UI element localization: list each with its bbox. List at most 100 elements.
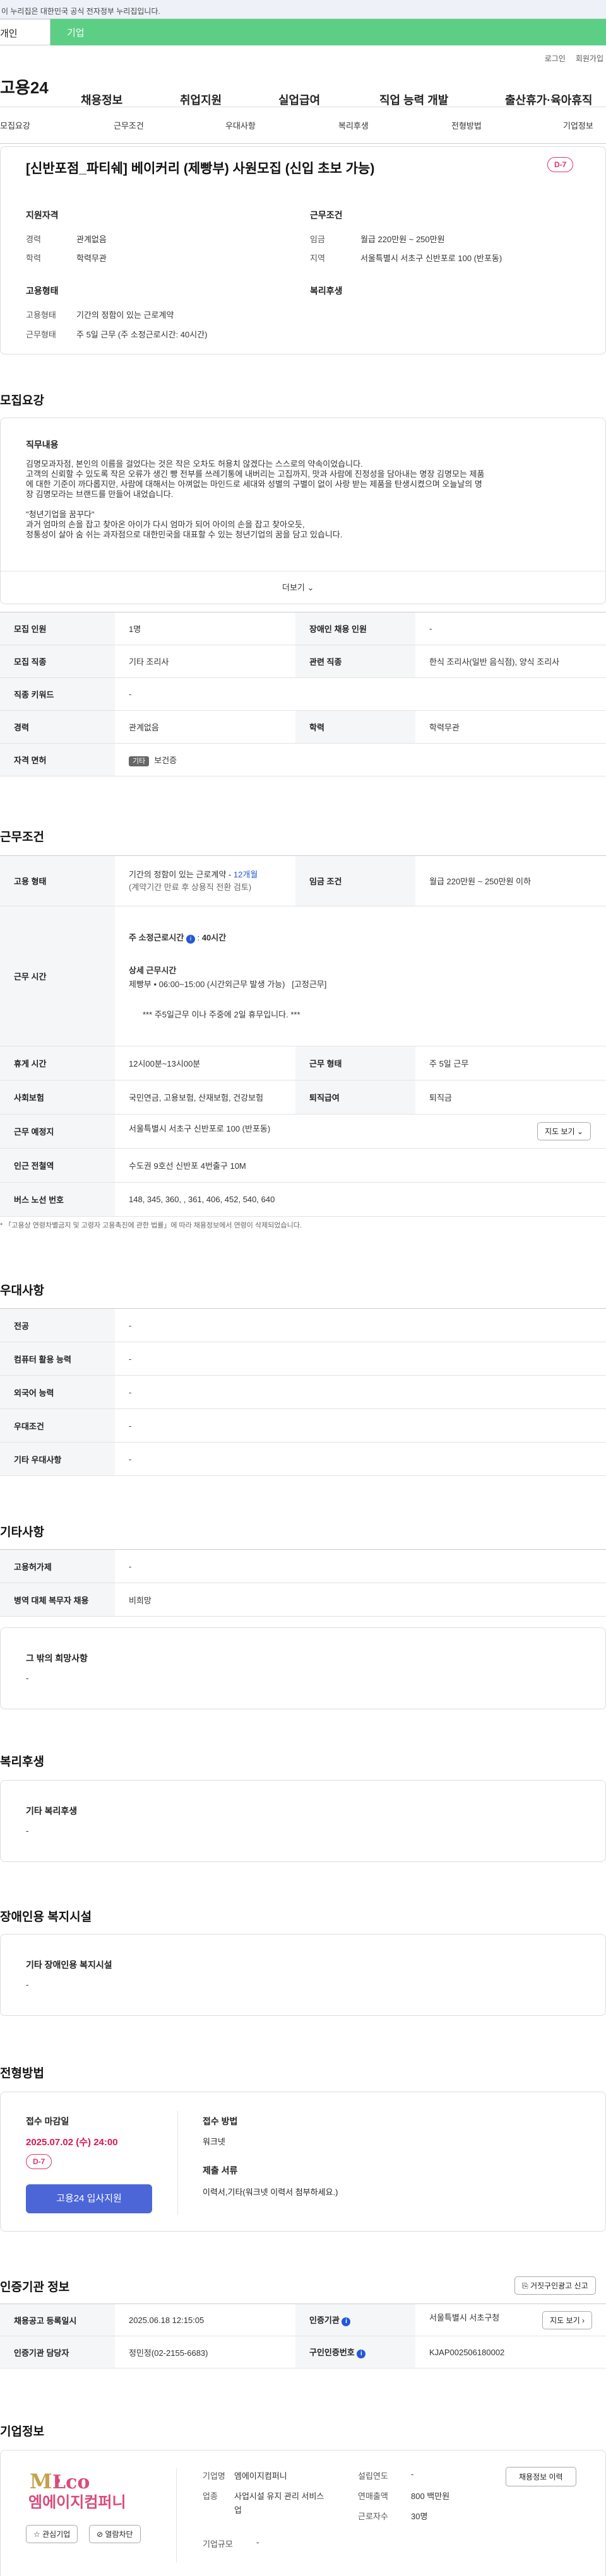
anchor-recruit[interactable]: 모집요강 [0,119,30,131]
welfare-section-title: 복리후생 [0,1755,44,1769]
anchor-preferences[interactable]: 우대사항 [225,119,256,131]
process-dday-badge: D-7 [26,2154,52,2169]
more-button[interactable]: 더보기 ⌄ [282,581,314,593]
interest-company-button[interactable]: ☆ 관심기업 [26,2525,78,2543]
signup-link[interactable]: 회원가입 [576,54,603,63]
cond-heading: 근무조건 [310,210,343,220]
conditions-table: 고용 형태 기간의 정함이 있는 근로계약 - 12개월 (계약기간 만료 후 상… [0,855,606,1217]
cert-table: 채용공고 등록일시 2025.06.18 12:15:05 인증기관 i 서울특별시 … [0,2304,606,2368]
recruit-table: 모집 인원 1명 장애인 채용 인원 - 모집 직종 기타 조리사 관련 직종 한식 조리사… [0,612,606,776]
duty-heading: 직무내용 [26,440,59,450]
table-row: 버스 노선 번호 148, 345, 360, , 361, 406, 452, … [0,1182,606,1217]
area-value: 서울특별시 서초구 신반포로 100 (반포동) [360,254,502,263]
table-row: 근무 시간 주 소정근로시간 i : 40시간 상세 근무시간 제빵부 • 06… [0,906,606,1046]
emp-heading: 고용형태 [26,286,59,296]
table-row: 병역 대체 복무자 채용 비희망 [0,1583,606,1617]
table-row: 경력 관계없음 학력 학력무관 [0,710,606,744]
table-row: 고용 형태 기간의 정함이 있는 근로계약 - 12개월 (계약기간 만료 후 상… [0,855,606,906]
worktype-label: 근무형태 [26,330,56,339]
member-tabs: 개인 기업 [0,19,606,45]
report-fake-ad-button[interactable]: ⎘ 거짓구인광고 신고 [514,2276,596,2295]
gnb-employment-support[interactable]: 취업지원 [180,91,222,108]
gnb-jobs[interactable]: 채용정보 [81,91,122,108]
recruit-section-title: 모집요강 [0,394,44,407]
preferences-table: 전공 - 컴퓨터 활용 능력 - 외국어 능력 - 우대조건 - 기타 우대사항 - [0,1308,606,1476]
age-footnote: * 「고용상 연령차별금지 및 고령자 고용촉진에 관한 법률」에 따라 채용정… [0,1222,302,1229]
preferences-section-title: 우대사항 [0,1284,44,1297]
welfare-box: 기타 복리후생 - [0,1780,606,1862]
apply-button[interactable]: 고용24 입사지원 [26,2184,152,2213]
table-row: 모집 인원 1명 장애인 채용 인원 - [0,612,606,645]
dday-badge: D-7 [547,157,574,172]
career-label: 경력 [26,235,41,244]
disability-box: 기타 장애인용 복지시설 - [0,1934,606,2016]
table-row: 고용허가제 - [0,1549,606,1583]
anchor-welfare[interactable]: 복리후생 [338,119,369,131]
license-badge: 기타 [129,756,150,766]
qual-heading: 지원자격 [26,210,59,220]
company-box: M Lco 엠에이지컴퍼니 ☆ 관심기업 ⊘ 열람차단 기업명 엠에이지컴퍼니 … [0,2450,606,2576]
emp-value: 기간의 정함이 있는 근로계약 [76,310,174,320]
job-history-button[interactable]: 채용정보 이력 [506,2467,576,2486]
cert-section-title: 인증기관 정보 [0,2281,70,2294]
block-icon: ⊘ [97,2530,104,2539]
conditions-section-title: 근무조건 [0,831,44,844]
edu-label: 학력 [26,254,41,263]
welfare-heading: 복리후생 [310,286,343,296]
login-link[interactable]: 로그인 [545,54,566,63]
gnb-vocational-training[interactable]: 직업 능력 개발 [379,91,448,108]
anchor-nav: 모집요강 근무조건 우대사항 복리후생 전형방법 기업정보 [0,107,606,144]
deadline-value: 2025.07.02 (수) 24:00 [26,2137,118,2148]
others-section-title: 기타사항 [0,1526,44,1539]
info-icon: i [342,2317,351,2326]
duty-text: 김명모과자점, 본인의 이름을 걸었다는 것은 작은 오차도 허용치 않겠다는 … [26,459,485,539]
tab-individual[interactable]: 개인 [0,19,50,45]
edu-value: 학력무관 [76,254,107,263]
inst-map-button[interactable]: 지도 보기 › [542,2310,592,2329]
company-section-title: 기업정보 [0,2425,44,2438]
extra-wishes-box: 그 밖의 희망사항 - [0,1627,606,1709]
process-section-title: 전형방법 [0,2067,44,2080]
table-row: 직종 키워드 - [0,677,606,711]
global-nav: 고용24 채용정보 취업지원 실업급여 직업 능력 개발 출산휴가·육아휴직 [0,67,606,107]
job-summary-card: [신반포점_파티쉐] 베이커리 (제빵부) 사원모집 (신입 초보 가능) D-… [0,146,606,354]
block-view-button[interactable]: ⊘ 열람차단 [89,2525,141,2543]
info-icon: i [357,2350,366,2358]
table-row: 기타 우대사항 - [0,1442,606,1476]
table-row: 모집 직종 기타 조리사 관련 직종 한식 조리사(일반 음식점), 양식 조리사 [0,645,606,678]
table-row: 자격 면허 기타 보건증 [0,743,606,776]
job-title: [신반포점_파티쉐] 베이커리 (제빵부) 사원모집 (신입 초보 가능) [26,161,375,176]
gnb-parental-leave[interactable]: 출산휴가·육아휴직 [505,91,592,108]
map-button[interactable]: 지도 보기 ⌄ [537,1122,591,1140]
anchor-conditions[interactable]: 근무조건 [114,119,144,131]
anchor-company[interactable]: 기업정보 [563,119,593,131]
chevron-down-icon: ⌄ [307,583,314,592]
chevron-down-icon: ⌄ [576,1127,583,1136]
table-row: 휴게 시간 12시00분~13시00분 근무 형태 주 5일 근무 [0,1046,606,1080]
duty-card: 직무내용 김명모과자점, 본인의 이름을 걸었다는 것은 작은 오차도 허용치 … [0,418,606,604]
wage-value: 월급 220만원 ~ 250만원 [360,235,445,244]
table-row: 외국어 능력 - [0,1375,606,1409]
disability-section-title: 장애인용 복지시설 [0,1911,92,1924]
star-icon: ☆ [33,2530,40,2539]
table-row: 인근 전철역 수도권 9호선 신반포 4번출구 10M [0,1148,606,1183]
table-row: 채용공고 등록일시 2025.06.18 12:15:05 인증기관 i 서울특별시 … [0,2304,606,2336]
career-value: 관계없음 [76,235,107,244]
svg-text:엠에이지컴퍼니: 엠에이지컴퍼니 [28,2493,126,2511]
gnb-unemployment-benefit[interactable]: 실업급여 [278,91,320,108]
megaphone-icon: ⎘ [522,2281,528,2290]
area-label: 지역 [310,254,325,263]
process-box: 접수 마감일 2025.07.02 (수) 24:00 D-7 고용24 입사지… [0,2092,606,2232]
tab-corporate[interactable]: 기업 [50,19,606,45]
info-icon: i [186,934,195,944]
worktype-value: 주 5일 근무 (주 소정근로시간: 40시간) [76,330,208,339]
site-logo[interactable]: 고용24 [0,75,63,98]
table-row: 인증기관 담당자 정민정(02-2155-6683) 구인인증번호 i KJAP002… [0,2336,606,2368]
top-links: 로그인 회원가입 [0,45,606,67]
svg-text:Lco: Lco [52,2471,90,2493]
table-row: 컴퓨터 활용 능력 - [0,1342,606,1376]
others-table: 고용허가제 - 병역 대체 복무자 채용 비희망 [0,1549,606,1617]
gov-banner: 이 누리집은 대한민국 공식 전자정부 누리집입니다. [0,0,606,19]
company-logo: M Lco 엠에이지컴퍼니 [26,2469,152,2512]
anchor-process[interactable]: 전형방법 [451,119,482,131]
